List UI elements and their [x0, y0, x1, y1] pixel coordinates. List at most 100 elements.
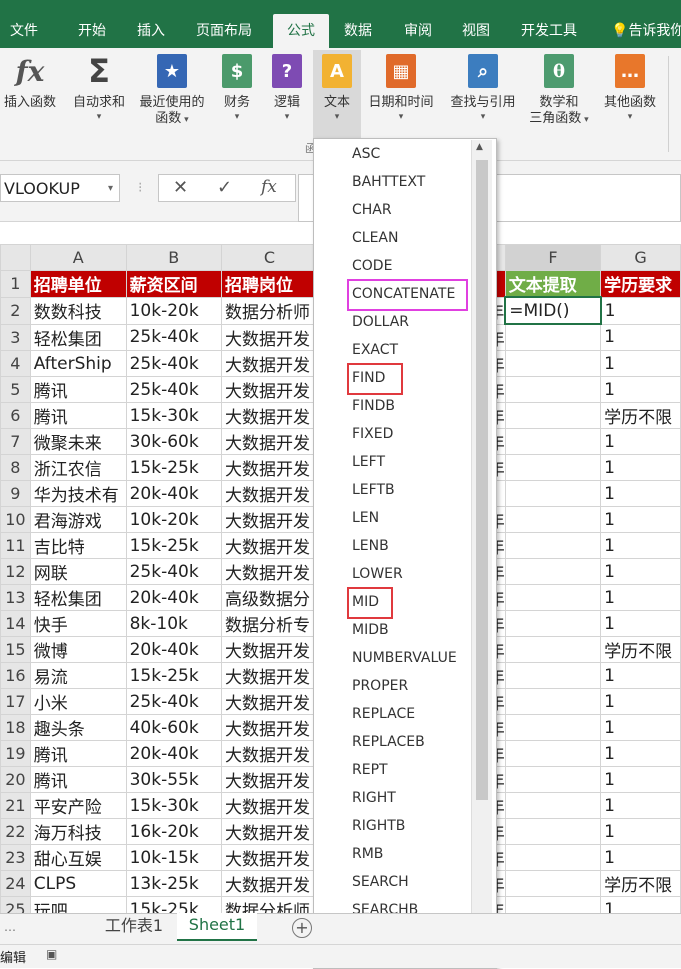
cell-g[interactable]: 1	[600, 662, 681, 689]
cell-a[interactable]: 微博	[29, 636, 127, 663]
function-item-right[interactable]: RIGHT	[352, 785, 396, 811]
cell-g[interactable]: 1	[600, 296, 681, 325]
row-header[interactable]: 18	[0, 714, 31, 741]
function-item-len[interactable]: LEN	[352, 505, 379, 531]
cell-f[interactable]	[504, 506, 602, 533]
cell-a[interactable]: 玩吧	[29, 896, 127, 914]
row-header[interactable]: 16	[0, 662, 31, 689]
cell-b[interactable]: 15k-25k	[125, 532, 223, 559]
function-item-asc[interactable]: ASC	[352, 141, 380, 167]
row-header[interactable]: 4	[0, 350, 31, 377]
cell-f[interactable]	[504, 532, 602, 559]
tab-developer[interactable]: 开发工具	[521, 14, 577, 48]
column-header-a[interactable]: A	[29, 244, 127, 271]
cell-a[interactable]: AfterShip	[29, 350, 127, 377]
row-header[interactable]: 10	[0, 506, 31, 533]
cell-a[interactable]: 轻松集团	[29, 584, 127, 611]
cell-g[interactable]: 学历不限	[600, 636, 681, 663]
column-header-f[interactable]: F	[504, 244, 602, 271]
cell-f[interactable]	[504, 454, 602, 481]
cell-b[interactable]: 15k-25k	[125, 896, 223, 914]
row-header[interactable]: 2	[0, 296, 31, 325]
cell-b[interactable]: 8k-10k	[125, 610, 223, 637]
cell-f[interactable]	[504, 688, 602, 715]
cell-a[interactable]: 快手	[29, 610, 127, 637]
cell-b[interactable]: 13k-25k	[125, 870, 223, 897]
cell-b[interactable]: 20k-40k	[125, 636, 223, 663]
math-trig-button[interactable]: θ 数学和 三角函数 ▾	[522, 54, 596, 127]
cell-a[interactable]: 趣头条	[29, 714, 127, 741]
function-item-code[interactable]: CODE	[352, 253, 392, 279]
cell-a[interactable]: 华为技术有	[29, 480, 127, 507]
row-header[interactable]: 6	[0, 402, 31, 429]
cell-g[interactable]: 1	[600, 350, 681, 377]
column-header-g[interactable]: G	[600, 244, 681, 271]
cell-g[interactable]: 学历不限	[600, 402, 681, 429]
cell-b[interactable]: 15k-30k	[125, 792, 223, 819]
cell-c[interactable]: 大数据开发	[221, 506, 318, 533]
name-box[interactable]: VLOOKUP ▾	[0, 174, 120, 202]
cell-g[interactable]: 学历不限	[600, 870, 681, 897]
cell-b[interactable]: 10k-15k	[125, 844, 223, 871]
row-header[interactable]: 22	[0, 818, 31, 845]
cell-b[interactable]: 15k-25k	[125, 662, 223, 689]
cell-b[interactable]: 40k-60k	[125, 714, 223, 741]
cell-c[interactable]: 大数据开发	[221, 662, 318, 689]
cell-a[interactable]: 浙江农信	[29, 454, 127, 481]
cell-g[interactable]: 1	[600, 844, 681, 871]
select-all-corner[interactable]	[0, 244, 31, 271]
function-item-clean[interactable]: CLEAN	[352, 225, 398, 251]
cell-f[interactable]	[504, 480, 602, 507]
cell-f[interactable]	[504, 402, 602, 429]
cell-g[interactable]: 1	[600, 714, 681, 741]
row-header[interactable]: 9	[0, 480, 31, 507]
cell-g[interactable]: 1	[600, 818, 681, 845]
cell-g[interactable]: 1	[600, 323, 681, 351]
cell-g[interactable]: 1	[600, 376, 681, 403]
tell-me-search[interactable]: 💡告诉我你	[611, 14, 681, 48]
cell-f[interactable]	[504, 870, 602, 897]
row-header[interactable]: 19	[0, 740, 31, 767]
scroll-up-icon[interactable]: ▲	[476, 142, 483, 152]
cell-c[interactable]: 大数据开发	[221, 714, 318, 741]
text-functions-button[interactable]: A 文本 ▾	[313, 50, 361, 144]
financial-button[interactable]: $ 财务 ▾	[218, 54, 256, 122]
cell-c[interactable]: 大数据开发	[221, 792, 318, 819]
row-header[interactable]: 1	[0, 270, 31, 298]
cell-a[interactable]: 海万科技	[29, 818, 127, 845]
tab-formulas[interactable]: 公式	[273, 14, 329, 48]
cell-c[interactable]: 大数据开发	[221, 636, 318, 663]
cell-c[interactable]: 大数据开发	[221, 688, 318, 715]
function-item-midb[interactable]: MIDB	[352, 617, 389, 643]
cell-a[interactable]: 甜心互娱	[29, 844, 127, 871]
row-header[interactable]: 7	[0, 428, 31, 455]
cell-c[interactable]: 数据分析师	[221, 896, 318, 914]
chevron-down-icon[interactable]: ▾	[108, 175, 113, 203]
cell-b[interactable]: 16k-20k	[125, 818, 223, 845]
cell-a[interactable]: 吉比特	[29, 532, 127, 559]
cell-f[interactable]	[504, 350, 602, 377]
function-item-lower[interactable]: LOWER	[352, 561, 403, 587]
cell-a[interactable]: 平安产险	[29, 792, 127, 819]
cell-f[interactable]	[504, 844, 602, 871]
enter-check-icon[interactable]: ✓	[217, 177, 232, 198]
logical-button[interactable]: ? 逻辑 ▾	[268, 54, 306, 122]
dropdown-scrollbar[interactable]: ▲	[471, 140, 492, 967]
cell-f[interactable]	[504, 766, 602, 793]
cell-a[interactable]: 腾讯	[29, 402, 127, 429]
header-cell[interactable]: 招聘岗位	[221, 270, 318, 298]
cell-f[interactable]	[504, 636, 602, 663]
column-header-c[interactable]: C	[221, 244, 318, 271]
cell-g[interactable]: 1	[600, 740, 681, 767]
tab-insert[interactable]: 插入	[137, 14, 165, 48]
cell-b[interactable]: 20k-40k	[125, 584, 223, 611]
cell-c[interactable]: 大数据开发	[221, 740, 318, 767]
cell-g[interactable]: 1	[600, 688, 681, 715]
cell-b[interactable]: 25k-40k	[125, 688, 223, 715]
ellipsis-icon[interactable]: …	[4, 920, 16, 934]
row-header[interactable]: 24	[0, 870, 31, 897]
active-cell[interactable]: =MID()	[504, 296, 602, 325]
cell-g[interactable]: 1	[600, 584, 681, 611]
cell-a[interactable]: 网联	[29, 558, 127, 585]
tab-view[interactable]: 视图	[462, 14, 490, 48]
